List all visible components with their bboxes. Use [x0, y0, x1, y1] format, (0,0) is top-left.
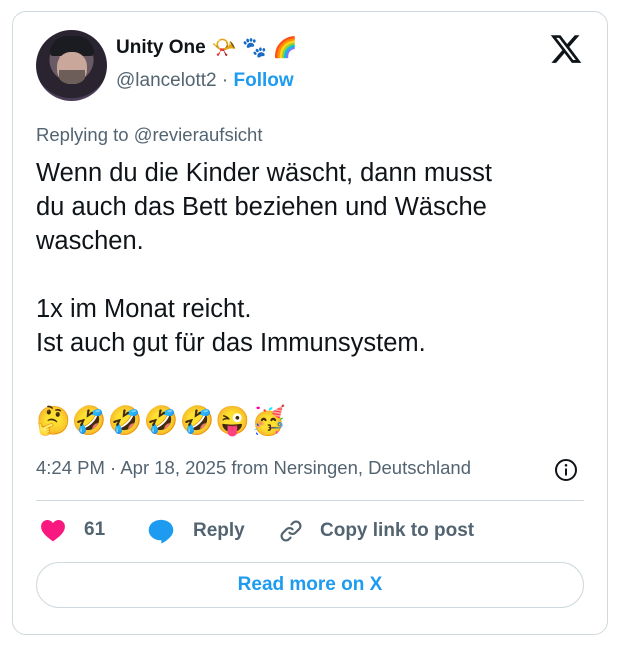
- heart-icon: [41, 520, 65, 542]
- reply-bubble-icon: [148, 519, 174, 544]
- link-icon: [280, 520, 302, 542]
- read-more-button[interactable]: Read more on X: [36, 562, 584, 608]
- separator-dot: ·: [221, 70, 229, 91]
- replying-to[interactable]: Replying to @revieraufsicht: [36, 124, 263, 146]
- author-handle[interactable]: @lancelott2: [116, 70, 217, 91]
- reply-button[interactable]: Reply: [147, 518, 245, 544]
- avatar[interactable]: [36, 30, 107, 101]
- like-count: 61: [84, 519, 106, 540]
- follow-button[interactable]: Follow: [234, 70, 294, 91]
- reply-label: Reply: [193, 520, 245, 541]
- author-name-row: Unity One 📯 🐾 🌈: [116, 35, 298, 60]
- like-button[interactable]: 61: [40, 518, 105, 542]
- x-logo-icon[interactable]: [549, 32, 583, 66]
- info-icon[interactable]: [554, 458, 578, 482]
- tweet-emojis: 🤔🤣🤣🤣🤣😜🥳: [36, 405, 288, 436]
- divider: [36, 500, 584, 501]
- author-name[interactable]: Unity One: [116, 37, 206, 59]
- author-handle-row: @lancelott2 · Follow: [116, 70, 294, 92]
- read-more-label: Read more on X: [237, 574, 383, 595]
- copy-link-button[interactable]: Copy link to post: [278, 518, 474, 544]
- copy-link-label: Copy link to post: [320, 520, 475, 541]
- name-emojis: 📯 🐾 🌈: [211, 37, 298, 59]
- tweet-text: Wenn du die Kinder wäscht, dann musst du…: [36, 159, 492, 357]
- tweet-timestamp-location[interactable]: 4:24 PM · Apr 18, 2025 from Nersingen, D…: [36, 457, 546, 479]
